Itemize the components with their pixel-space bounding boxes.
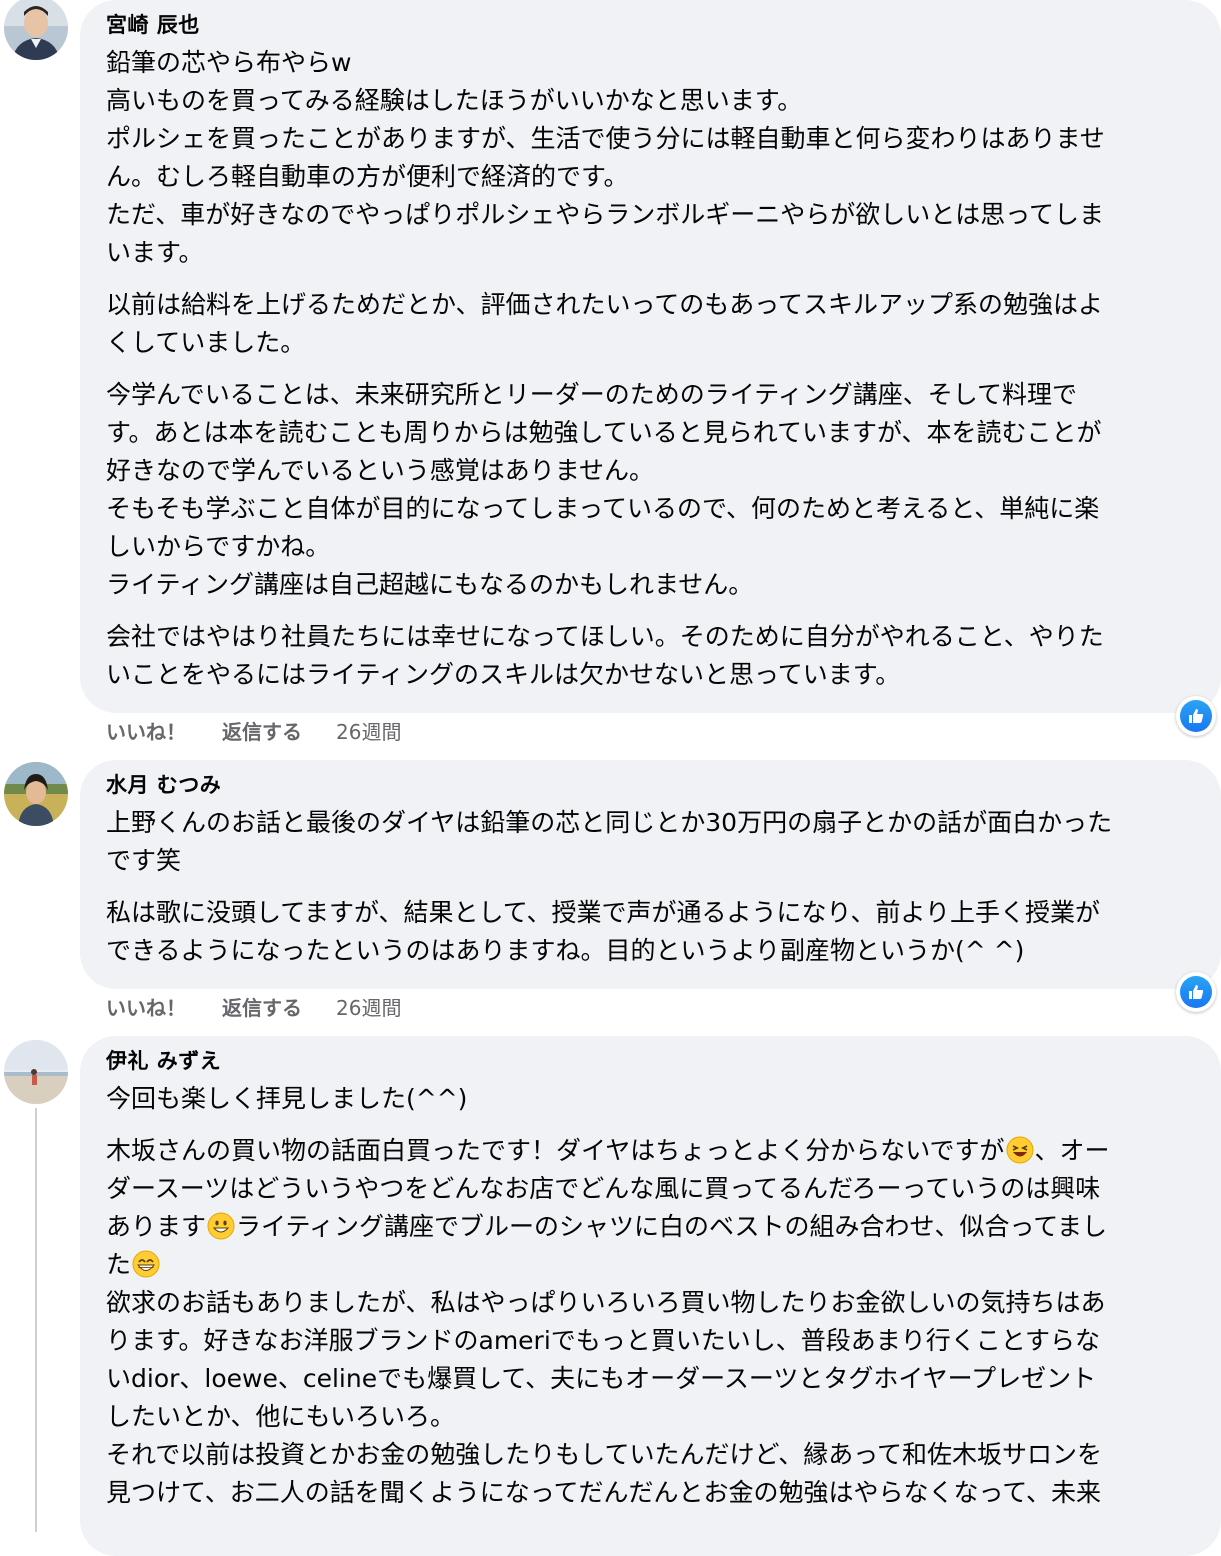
beaming-emoji bbox=[132, 1250, 160, 1278]
comment-line: 私は歌に没頭してますが、結果として、授業で声が通るようになり、前より上手く授業が bbox=[106, 898, 1101, 927]
comment-line: できるようになったというのはありますね。目的というより副産物というか(^ ^) bbox=[106, 936, 1025, 965]
comment-line: しいからですかね。 bbox=[106, 532, 331, 561]
comment-line: いdior、loewe、celineでも爆買して、夫にもオーダースーツとタグホイ… bbox=[106, 1364, 1097, 1393]
avatar-photo bbox=[4, 1040, 68, 1104]
comment-line: くしていました。 bbox=[106, 328, 306, 357]
comment-paragraph: 欲求のお話もありましたが、私はやっぱりいろいろ買い物したりお金欲しいの気持ちはあ… bbox=[106, 1284, 1221, 1512]
comment-line: ダースーツはどういうやつをどんなお店でどんな風に買ってるんだろーっていうのは興味 bbox=[106, 1174, 1101, 1203]
comment-line: それで以前は投資とかお金の勉強したりもしていたんだけど、縁あって和佐木坂サロンを bbox=[106, 1440, 1103, 1469]
comment-line: 今回も楽しく拝見しました(^^) bbox=[106, 1084, 468, 1113]
like-button[interactable]: いいね！ bbox=[106, 994, 186, 1022]
avatar-miyazaki[interactable] bbox=[4, 0, 68, 60]
comment-bubble: 水月 むつみ 上野くんのお話と最後のダイヤは鉛筆の芯と同じとか30万円の扇子とか… bbox=[80, 760, 1221, 989]
comment-line: た bbox=[106, 1246, 1221, 1284]
comment-timestamp[interactable]: 26週間 bbox=[336, 994, 401, 1022]
comment-line: 以前は給料を上げるためだとか、評価されたいってのもあってスキルアップ系の勉強はよ bbox=[106, 290, 1104, 319]
comment-paragraph: 以前は給料を上げるためだとか、評価されたいってのもあってスキルアップ系の勉強はよ… bbox=[106, 286, 1221, 362]
comment-line: ん。むしろ軽自動車の方が便利で経済的です。 bbox=[106, 162, 629, 191]
comment-line: そもそも学ぶこと自体が目的になってしまっているので、何のためと考えると、単純に楽 bbox=[106, 494, 1100, 523]
comment-text: あります bbox=[106, 1212, 207, 1241]
comment-line: います。 bbox=[106, 238, 204, 267]
comment-actions: いいね！ 返信する 26週間 bbox=[106, 994, 401, 1022]
like-reaction-badge[interactable] bbox=[1176, 696, 1216, 736]
comment-line: です笑 bbox=[106, 846, 182, 875]
comment-line: 見つけて、お二人の話を聞くようになってだんだんとお金の勉強はやらなくなって、未来 bbox=[106, 1478, 1102, 1507]
comment-bubble: 宮崎 辰也 鉛筆の芯やら布やらw 高いものを買ってみる経験はしたほうがいいかなと思… bbox=[80, 0, 1221, 713]
comment-paragraph: 今学んでいることは、未来研究所とリーダーのためのライティング講座、そして料理です… bbox=[106, 376, 1221, 604]
comment-line: 木坂さんの買い物の話面白買ったです！ダイヤはちょっとよく分からないですが 、オー bbox=[106, 1132, 1221, 1170]
comment-actions: いいね！ 返信する 26週間 bbox=[106, 718, 401, 746]
comment-author[interactable]: 伊礼 みずえ bbox=[106, 1046, 1221, 1076]
comment-timestamp[interactable]: 26週間 bbox=[336, 718, 401, 746]
comment-text: ライティング講座でブルーのシャツに白のベストの組み合わせ、似合ってまし bbox=[236, 1212, 1108, 1241]
comment-line: 好きなので学んでいるという感覚はありません。 bbox=[106, 456, 655, 485]
comment-paragraph: 今回も楽しく拝見しました(^^) bbox=[106, 1080, 1221, 1118]
comment-line: ります。好きなお洋服ブランドのameriでもっと買いたいし、普段あまり行くことす… bbox=[106, 1326, 1101, 1355]
comment-line: 欲求のお話もありましたが、私はやっぱりいろいろ買い物したりお金欲しいの気持ちはあ bbox=[106, 1288, 1106, 1317]
comment-line: 今学んでいることは、未来研究所とリーダーのためのライティング講座、そして料理で bbox=[106, 380, 1078, 409]
avatar-photo bbox=[4, 0, 68, 60]
comment-line: あります ライティング講座でブルーのシャツに白のベストの組み合わせ、似合ってまし bbox=[106, 1208, 1221, 1246]
avatar-photo bbox=[4, 762, 68, 826]
reply-button[interactable]: 返信する bbox=[222, 994, 302, 1022]
comment-line: ポルシェを買ったことがありますが、生活で使う分には軽自動車と何ら変わりはありませ bbox=[106, 124, 1105, 153]
comment-paragraph: 上野くんのお話と最後のダイヤは鉛筆の芯と同じとか30万円の扇子とかの話が面白かっ… bbox=[106, 804, 1221, 880]
comment-author[interactable]: 水月 むつみ bbox=[106, 770, 1221, 800]
comment-author[interactable]: 宮崎 辰也 bbox=[106, 10, 1221, 40]
comment-line: 上野くんのお話と最後のダイヤは鉛筆の芯と同じとか30万円の扇子とかの話が面白かっ… bbox=[106, 808, 1113, 837]
comment-paragraph: 会社ではやはり社員たちには幸せになってほしい。そのために自分がやれること、やりた… bbox=[106, 618, 1221, 694]
avatar-mizuki[interactable] bbox=[4, 762, 68, 826]
comment-paragraph: 私は歌に没頭してますが、結果として、授業で声が通るようになり、前より上手く授業が… bbox=[106, 894, 1221, 970]
comment-text: 、オー bbox=[1034, 1136, 1110, 1165]
comment-line: ライティング講座は自己超越にもなるのかもしれません。 bbox=[106, 570, 754, 599]
comment-line: 鉛筆の芯やら布やらw bbox=[106, 48, 352, 77]
comment-line: したいとか、他にもいろいろ。 bbox=[106, 1402, 456, 1431]
comment-line: ただ、車が好きなのでやっぱりポルシェやらランボルギーニやらが欲しいとは思ってしま bbox=[106, 200, 1105, 229]
comment-line: す。あとは本を読むことも周りからは勉強していると見られていますが、本を読むことが bbox=[106, 418, 1102, 447]
laughing-emoji bbox=[1006, 1136, 1034, 1164]
like-button[interactable]: いいね！ bbox=[106, 718, 186, 746]
avatar-irei[interactable] bbox=[4, 1040, 68, 1104]
comment-line: 会社ではやはり社員たちには幸せになってほしい。そのために自分がやれること、やりた bbox=[106, 622, 1104, 651]
comment-text: た bbox=[106, 1250, 132, 1279]
comment-text: 木坂さんの買い物の話面白買ったです！ダイヤはちょっとよく分からないですが bbox=[106, 1136, 1005, 1165]
grinning-emoji bbox=[207, 1212, 235, 1240]
comment-paragraph: 鉛筆の芯やら布やらw 高いものを買ってみる経験はしたほうがいいかなと思います。ポル… bbox=[106, 44, 1221, 272]
thumbs-up-icon bbox=[1180, 976, 1212, 1008]
comment-line: いことをやるにはライティングのスキルは欠かせないと思っています。 bbox=[106, 660, 901, 689]
thumbs-up-icon bbox=[1180, 700, 1212, 732]
comment-paragraph: 木坂さんの買い物の話面白買ったです！ダイヤはちょっとよく分からないですが 、オー … bbox=[106, 1132, 1221, 1284]
comment-line: 高いものを買ってみる経験はしたほうがいいかなと思います。 bbox=[106, 86, 803, 115]
comment-bubble: 伊礼 みずえ 今回も楽しく拝見しました(^^) 木坂さんの買い物の話面白買ったで… bbox=[80, 1036, 1221, 1556]
reply-button[interactable]: 返信する bbox=[222, 718, 302, 746]
reply-thread-line bbox=[35, 1108, 37, 1532]
like-reaction-badge[interactable] bbox=[1176, 972, 1216, 1012]
